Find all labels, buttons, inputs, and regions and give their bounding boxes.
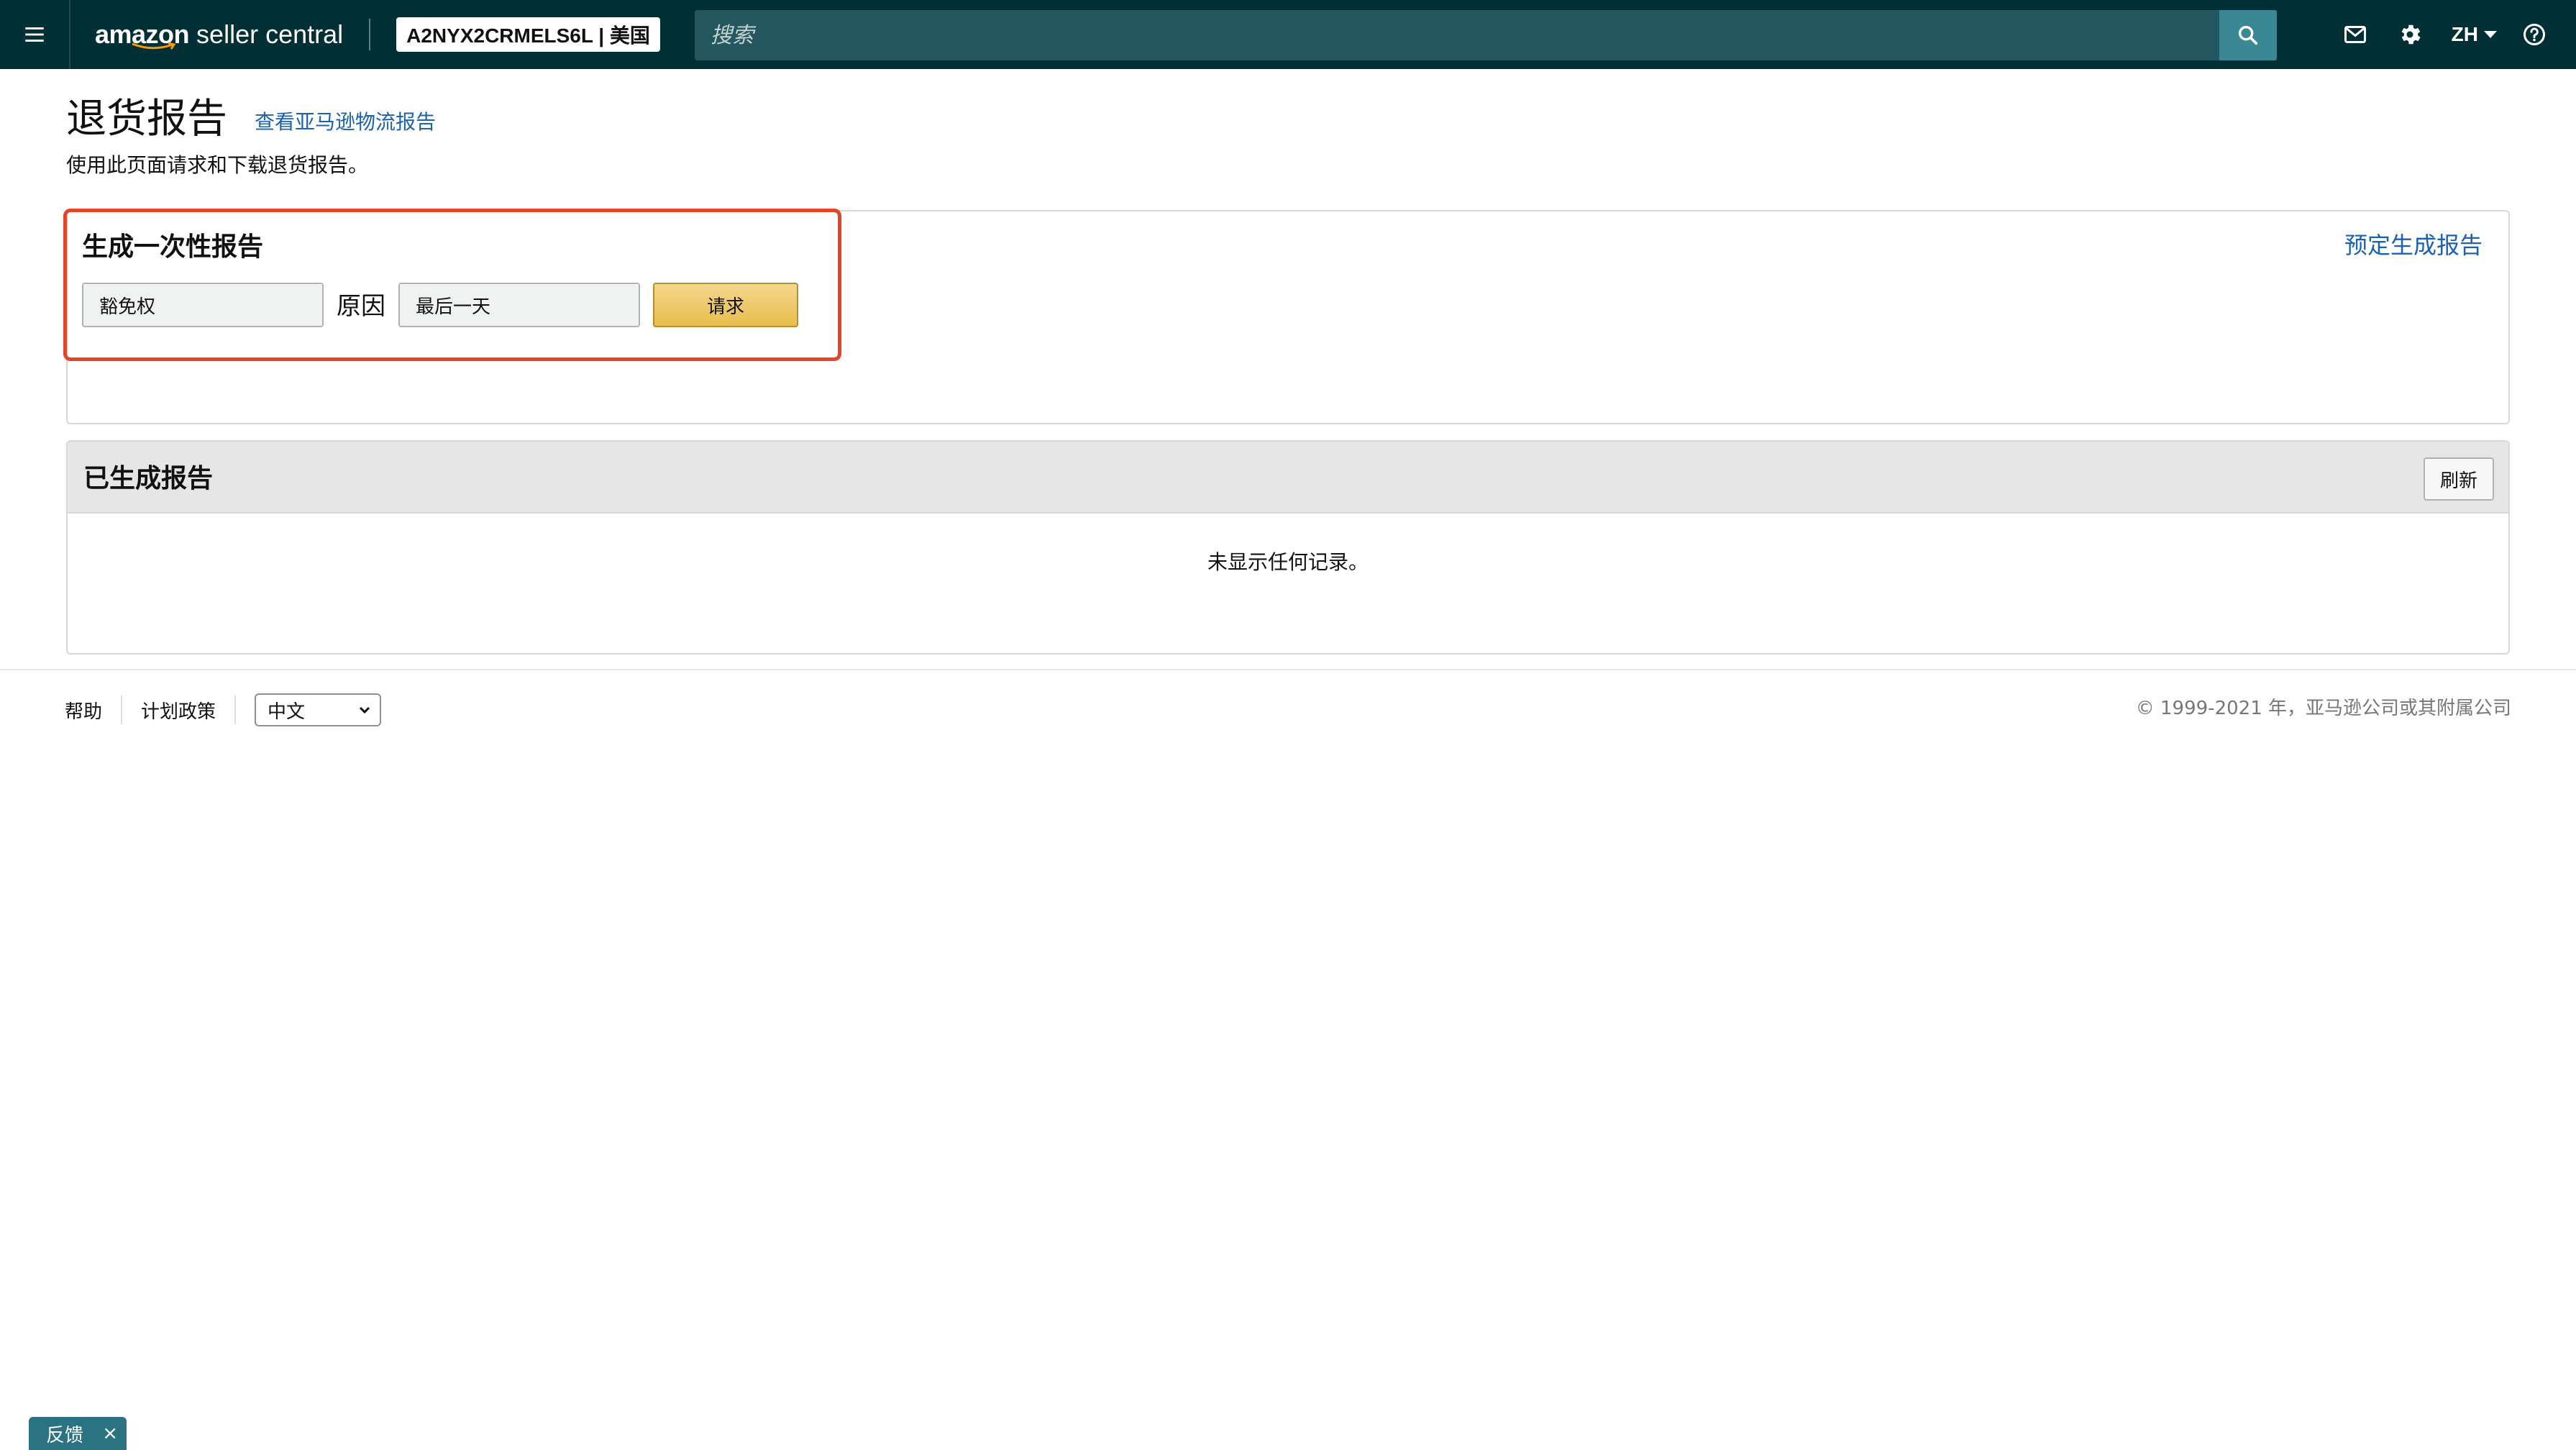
report-type-select[interactable]: 豁免权 <box>82 283 324 327</box>
generated-reports-panel: 已生成报告 刷新 未显示任何记录。 <box>66 440 2510 655</box>
menu-icon <box>25 27 44 42</box>
view-fba-reports-link[interactable]: 查看亚马逊物流报告 <box>255 106 436 135</box>
feedback-close-icon[interactable]: × <box>102 1423 118 1444</box>
top-right-icons: ZH <box>2342 0 2576 69</box>
copyright-text: © 1999-2021 年，亚马逊公司或其附属公司 <box>2135 698 2511 719</box>
language-switcher[interactable]: ZH <box>2452 23 2497 46</box>
caret-down-icon <box>2484 31 2497 38</box>
logo-product: seller central <box>196 19 344 49</box>
feedback-label: 反馈 <box>46 1424 84 1446</box>
refresh-button[interactable]: 刷新 <box>2424 457 2494 501</box>
footer-separator <box>121 696 123 724</box>
seller-central-logo[interactable]: amazon seller central <box>95 0 343 69</box>
account-switcher[interactable]: A2NYX2CRMELS6L | 美国 <box>396 17 660 52</box>
settings-button[interactable] <box>2397 22 2423 47</box>
generate-report-title: 生成一次性报告 <box>82 232 264 262</box>
generated-reports-title: 已生成报告 <box>83 464 214 493</box>
divider <box>369 19 371 50</box>
page-description: 使用此页面请求和下载退货报告。 <box>66 153 369 177</box>
messages-button[interactable] <box>2342 22 2368 47</box>
chevron-down-icon <box>359 706 370 714</box>
help-link[interactable]: 帮助 <box>65 697 102 724</box>
generated-reports-header: 已生成报告 刷新 <box>68 442 2508 514</box>
gear-icon <box>2401 24 2421 45</box>
footer-divider <box>0 669 2576 670</box>
help-icon <box>2524 24 2545 45</box>
footer-separator <box>234 696 237 724</box>
language-code: ZH <box>2451 23 2478 45</box>
page-title: 退货报告 <box>66 96 227 142</box>
footer-language-value: 中文 <box>268 701 306 723</box>
search-bar <box>695 10 2277 60</box>
reason-label: 原因 <box>337 292 385 321</box>
schedule-report-link[interactable]: 预定生成报告 <box>2344 227 2483 260</box>
search-icon <box>2238 25 2258 45</box>
footer-links: 帮助 计划政策 中文 <box>65 692 382 728</box>
footer-language-select[interactable]: 中文 <box>255 693 382 726</box>
empty-state-text: 未显示任何记录。 <box>1207 550 1369 574</box>
program-policies-link[interactable]: 计划政策 <box>141 697 216 724</box>
search-input[interactable] <box>695 10 2277 60</box>
help-button[interactable] <box>2521 22 2547 47</box>
amazon-smile-icon <box>132 42 176 50</box>
request-button[interactable]: 请求 <box>653 283 798 327</box>
hamburger-menu-button[interactable] <box>0 0 70 69</box>
search-button[interactable] <box>2219 10 2277 60</box>
feedback-tab[interactable]: 反馈 × <box>29 1417 127 1450</box>
date-range-select[interactable]: 最后一天 <box>398 283 640 327</box>
mail-icon <box>2344 26 2366 43</box>
